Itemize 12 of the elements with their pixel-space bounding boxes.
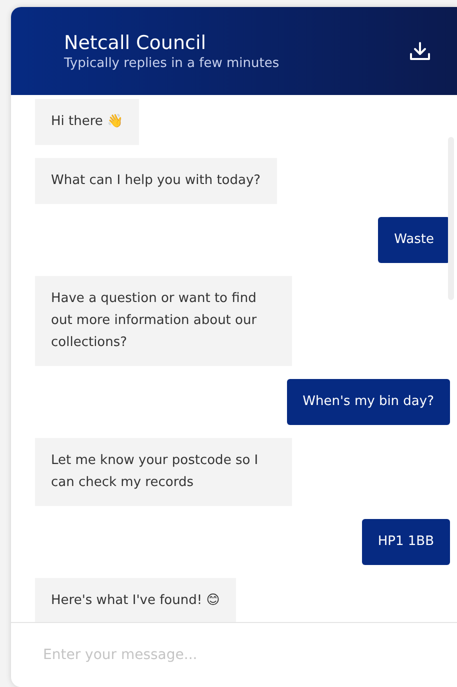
bot-message: Let me know your postcode so I can check my records [35,438,292,506]
bot-message: Here's what I've found! 😊 [35,578,236,622]
scrollbar[interactable] [448,137,454,300]
chat-title: Netcall Council [64,32,208,54]
bot-message: Hi there 👋 [35,99,140,145]
user-message: When's my bin day? [286,379,450,425]
bot-message: What can I help you with today? [35,158,277,204]
bot-message: Have a question or want to find out more information about our collections? [35,276,292,366]
chat-subtitle: Typically replies in a few minutes [64,56,280,70]
user-message: HP1 1BB [362,519,450,565]
download-icon[interactable] [409,41,431,61]
user-message: Waste [378,217,450,263]
